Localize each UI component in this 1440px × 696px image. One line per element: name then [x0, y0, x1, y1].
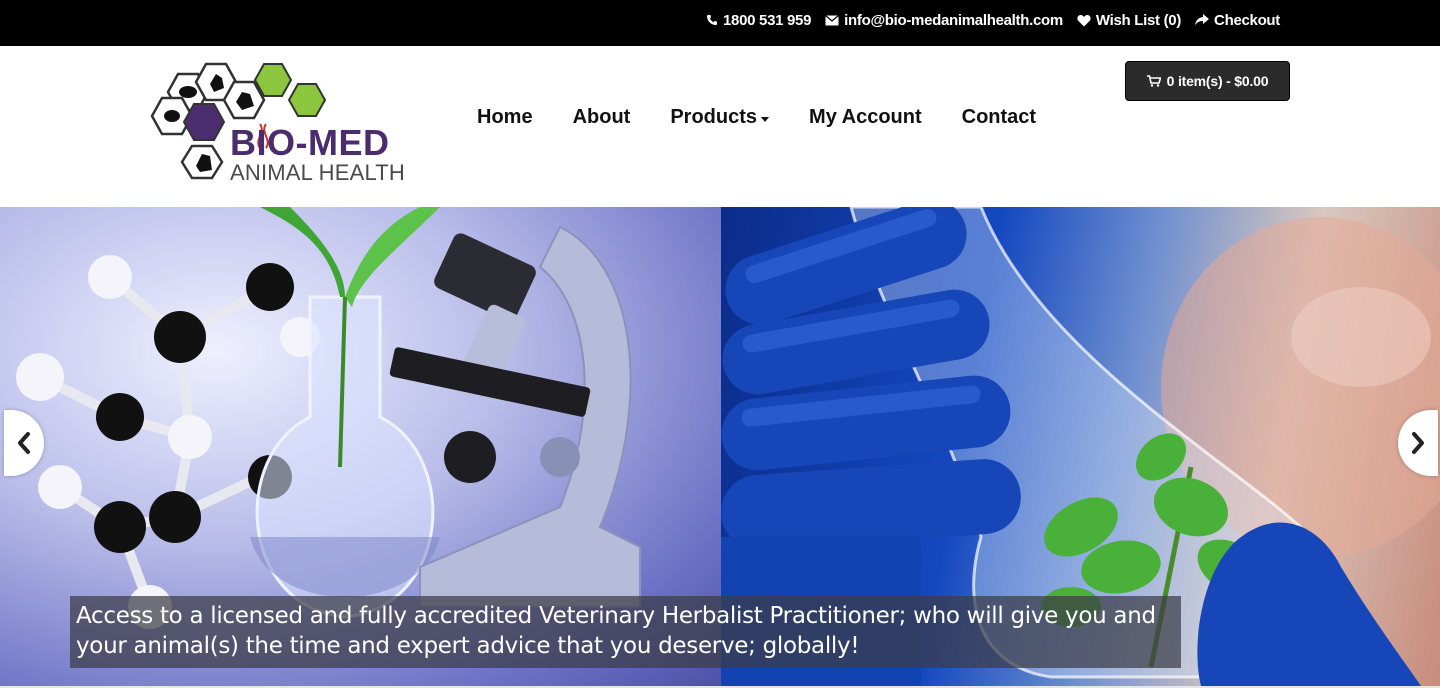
nav-home-label: Home — [477, 106, 533, 128]
envelope-icon — [825, 14, 840, 25]
phone-icon — [706, 15, 717, 25]
logo-brand-text: BIO-MED — [230, 122, 390, 163]
email-link[interactable]: info@bio-medanimalhealth.com — [825, 12, 1063, 29]
phone-link[interactable]: 1800 531 959 — [706, 12, 811, 29]
site-logo[interactable]: BIO-MED ANIMAL HEALTH — [150, 62, 416, 186]
nav-my-account-label: My Account — [809, 106, 922, 128]
chevron-left-icon — [18, 432, 30, 454]
nav-about-label: About — [572, 106, 631, 128]
nav-products[interactable]: Products — [670, 106, 770, 129]
top-bar: 1800 531 959 info@bio-medanimalhealth.co… — [0, 0, 1440, 46]
hero-slider: Access to a licensed and fully accredite… — [0, 207, 1440, 686]
site-header: BIO-MED ANIMAL HEALTH Home About Product… — [0, 46, 1440, 207]
top-links: 1800 531 959 info@bio-medanimalhealth.co… — [706, 0, 1280, 40]
caret-down-icon — [761, 116, 770, 122]
cart-button[interactable]: 0 item(s) - $0.00 — [1125, 61, 1290, 101]
chevron-right-icon — [1412, 432, 1424, 454]
cart-total: 0 item(s) - $0.00 — [1166, 73, 1269, 89]
wishlist-link[interactable]: Wish List (0) — [1077, 12, 1181, 29]
nav-home[interactable]: Home — [477, 106, 533, 129]
checkout-label: Checkout — [1214, 11, 1280, 29]
checkout-link[interactable]: Checkout — [1195, 12, 1280, 29]
nav-contact[interactable]: Contact — [962, 106, 1036, 129]
wishlist-label: Wish List (0) — [1095, 11, 1182, 29]
section-divider — [0, 686, 1440, 696]
email-address: info@bio-medanimalhealth.com — [844, 11, 1063, 29]
slide-caption: Access to a licensed and fully accredite… — [70, 596, 1181, 668]
nav-my-account[interactable]: My Account — [809, 106, 922, 129]
shopping-cart-icon — [1146, 75, 1161, 87]
nav-products-label: Products — [670, 106, 758, 128]
nav-contact-label: Contact — [961, 106, 1037, 128]
nav-about[interactable]: About — [573, 106, 631, 129]
main-nav: Home About Products My Account Contact — [477, 106, 1036, 129]
logo-tagline: ANIMAL HEALTH — [230, 160, 405, 185]
share-arrow-icon — [1195, 14, 1210, 26]
heart-icon — [1077, 14, 1091, 26]
phone-number: 1800 531 959 — [722, 11, 812, 29]
